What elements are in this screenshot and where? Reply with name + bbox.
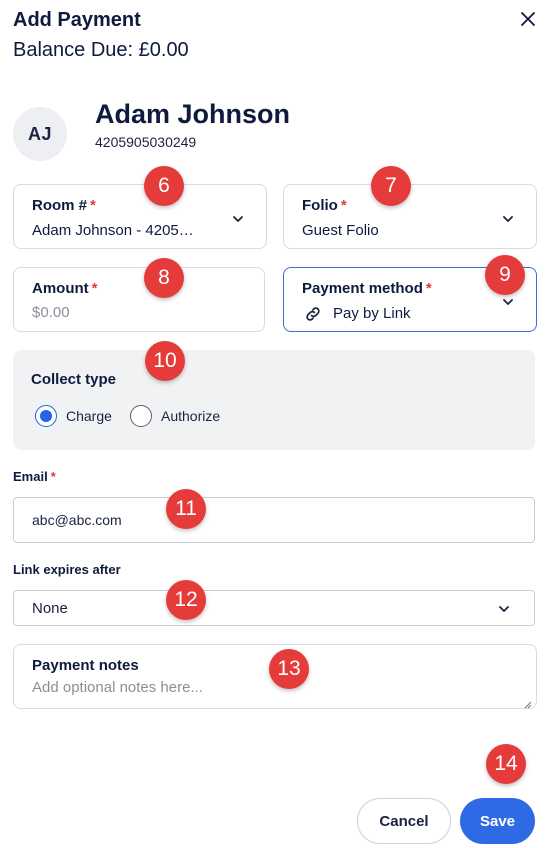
- room-select[interactable]: Room # * Adam Johnson - 4205…: [13, 184, 267, 249]
- marker-12: 12: [166, 580, 206, 620]
- amount-label: Amount *: [32, 280, 98, 297]
- folio-label: Folio *: [302, 197, 347, 214]
- marker-7: 7: [371, 166, 411, 206]
- save-button[interactable]: Save: [460, 798, 535, 844]
- radio-charge-label: Charge: [66, 408, 112, 424]
- payment-notes-label: Payment notes: [32, 657, 139, 674]
- payment-method-label: Payment method *: [302, 280, 432, 297]
- dialog-title: Add Payment: [13, 9, 141, 31]
- radio-charge[interactable]: Charge: [35, 405, 112, 427]
- close-icon[interactable]: [517, 8, 539, 30]
- room-label: Room # *: [32, 197, 96, 214]
- radio-authorize[interactable]: Authorize: [130, 405, 220, 427]
- radio-button-checked[interactable]: [35, 405, 57, 427]
- collect-type-panel: Collect type Charge Authorize: [13, 350, 535, 450]
- marker-14: 14: [486, 744, 526, 784]
- radio-authorize-label: Authorize: [161, 408, 221, 424]
- marker-8: 8: [144, 258, 184, 298]
- room-value: Adam Johnson - 4205…: [32, 222, 194, 239]
- chevron-down-icon: [502, 296, 514, 308]
- chevron-down-icon: [232, 213, 244, 225]
- chevron-down-icon: [498, 603, 510, 615]
- marker-10: 10: [145, 341, 185, 381]
- payment-notes-placeholder: Add optional notes here...: [32, 679, 203, 696]
- guest-name: Adam Johnson: [95, 99, 291, 129]
- email-field[interactable]: abc@abc.com: [13, 497, 535, 543]
- marker-11: 11: [166, 489, 206, 529]
- chevron-down-icon: [502, 213, 514, 225]
- balance-due: Balance Due: £0.00: [13, 39, 189, 61]
- guest-id: 4205905030249: [95, 134, 197, 150]
- link-expires-label: Link expires after: [13, 562, 121, 577]
- folio-value: Guest Folio: [302, 222, 379, 239]
- link-expires-value: None: [32, 600, 68, 617]
- link-expires-select[interactable]: None: [13, 590, 535, 626]
- amount-input[interactable]: Amount * $0.00: [13, 267, 265, 332]
- email-label: Email *: [13, 469, 56, 484]
- marker-13: 13: [269, 649, 309, 689]
- resize-grip-icon[interactable]: [524, 696, 532, 709]
- amount-placeholder: $0.00: [32, 304, 70, 321]
- marker-9: 9: [485, 255, 525, 295]
- email-value: abc@abc.com: [32, 512, 122, 528]
- cancel-button[interactable]: Cancel: [357, 798, 451, 844]
- radio-button[interactable]: [130, 405, 152, 427]
- payment-method-value: Pay by Link: [333, 305, 411, 322]
- folio-select[interactable]: Folio * Guest Folio: [283, 184, 537, 249]
- avatar: AJ: [13, 107, 67, 161]
- collect-type-label: Collect type: [31, 371, 117, 388]
- link-icon: [304, 305, 322, 323]
- marker-6: 6: [144, 166, 184, 206]
